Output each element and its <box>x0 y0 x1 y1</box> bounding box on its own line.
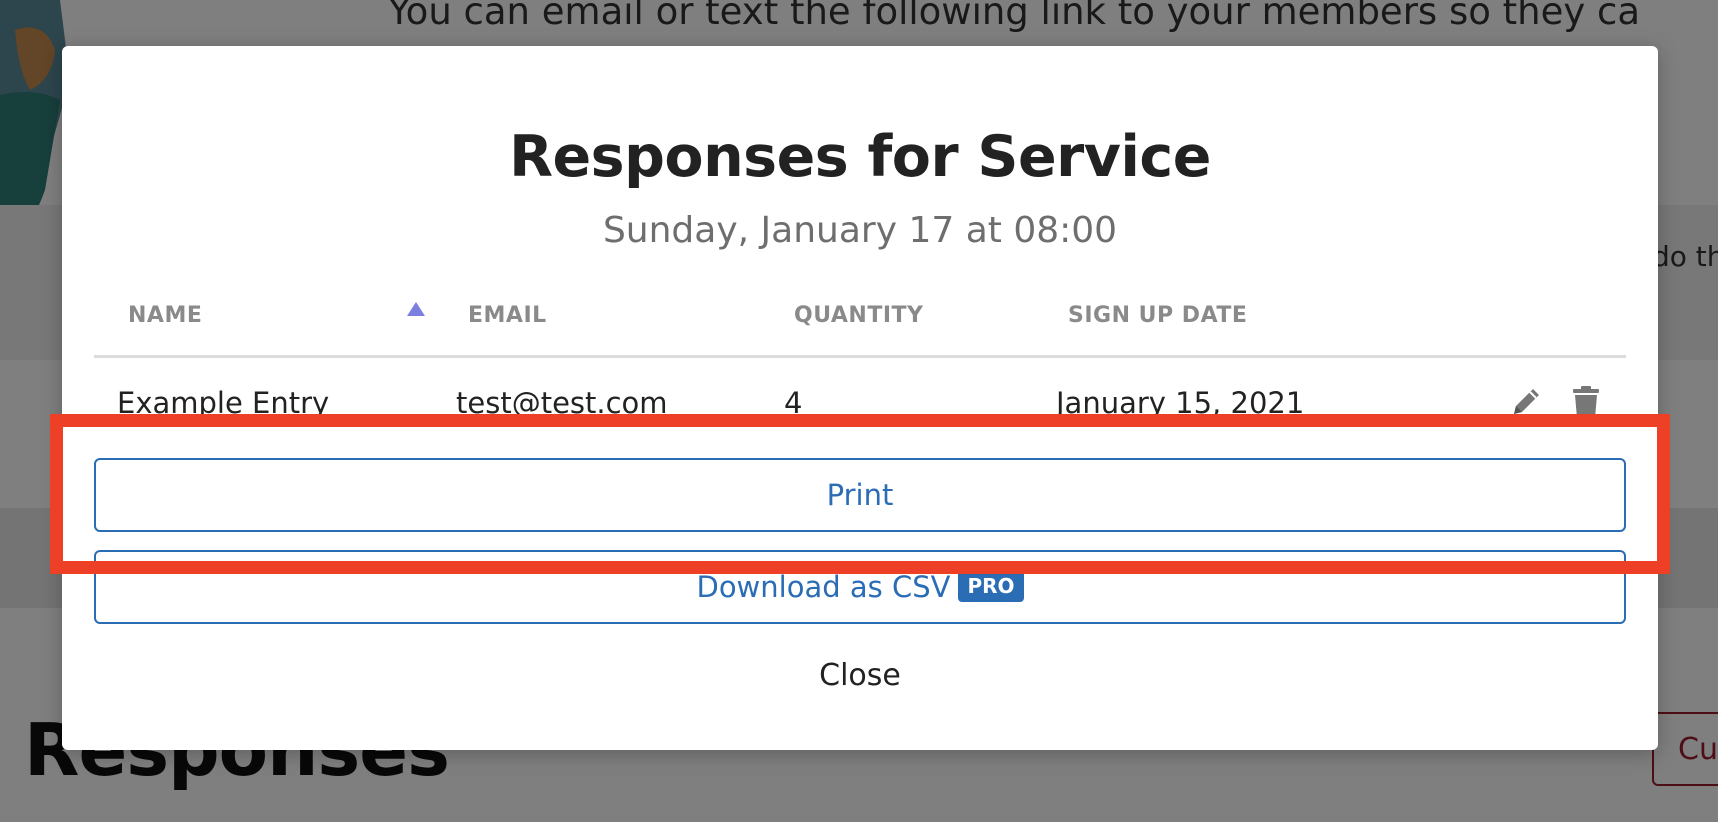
trash-icon[interactable] <box>1568 384 1604 420</box>
column-header-sign-up-date[interactable]: SIGN UP DATE <box>1068 303 1247 328</box>
modal-subtitle: Sunday, January 17 at 08:00 <box>602 210 1118 251</box>
column-header-quantity[interactable]: QUANTITY <box>794 303 923 328</box>
sort-ascending-icon[interactable] <box>407 302 425 316</box>
cell-quantity: 4 <box>784 386 803 420</box>
cell-email: test@test.com <box>456 386 668 420</box>
column-header-email[interactable]: EMAIL <box>468 303 547 328</box>
cell-sign-up-date: January 15, 2021 <box>1056 386 1305 420</box>
modal-title: Responses for Service <box>509 124 1211 190</box>
close-button[interactable]: Close <box>62 658 1658 693</box>
column-header-name[interactable]: NAME <box>128 303 202 328</box>
pro-badge: PRO <box>958 570 1024 602</box>
responses-modal: Responses for Service Sunday, January 17… <box>62 46 1658 750</box>
cell-name: Example Entry <box>117 386 330 420</box>
download-csv-button[interactable]: Download as CSV PRO <box>94 550 1626 624</box>
table-row: Example Entry test@test.com 4 January 15… <box>94 358 1626 448</box>
pencil-icon[interactable] <box>1508 384 1544 420</box>
download-csv-label: Download as CSV <box>696 570 951 604</box>
print-button-label: Print <box>826 478 894 512</box>
print-button[interactable]: Print <box>94 458 1626 532</box>
table-header: NAME EMAIL QUANTITY SIGN UP DATE <box>94 278 1626 358</box>
